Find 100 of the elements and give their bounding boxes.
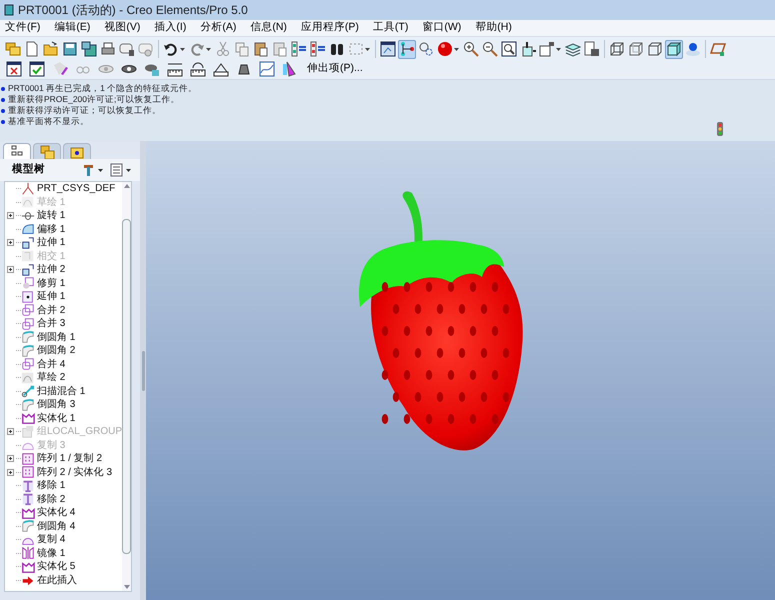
message-text: PRT0001 再生已完成，1 个隐含的特征或元件。: [8, 83, 198, 94]
menu-item[interactable]: 应用程序(P): [296, 20, 364, 36]
menu-button[interactable]: 伸出项(P)...: [307, 61, 363, 77]
layers-icon[interactable]: [565, 41, 581, 57]
tree-item[interactable]: 偏移 1: [37, 222, 66, 236]
tree-item[interactable]: 实体化 5: [37, 560, 76, 574]
printer-icon[interactable]: [100, 41, 116, 57]
window-title: PRT0001 (活动的) - Creo Elements/Pro 5.0: [18, 2, 248, 19]
hidden-line-icon[interactable]: [628, 41, 644, 57]
tree-item[interactable]: 在此插入: [37, 574, 77, 587]
window-icon[interactable]: [380, 41, 396, 57]
remove-icon: [21, 478, 35, 493]
save-icon[interactable]: [62, 41, 78, 57]
tree-item[interactable]: 合并 3: [37, 317, 66, 330]
close-window-icon[interactable]: [6, 61, 22, 77]
tree-item[interactable]: PRT_CSYS_DEF: [37, 182, 116, 196]
scrollbar[interactable]: [122, 182, 131, 591]
message-text: 重新获得PROE_200许可证;可以恢复工作。: [8, 94, 180, 105]
menu-item[interactable]: 视图(V): [99, 20, 146, 36]
bullet-icon: [1, 120, 5, 124]
wireframe-icon[interactable]: [609, 41, 625, 57]
merge-icon: [21, 357, 35, 372]
scroll-up-icon[interactable]: [124, 184, 130, 188]
shaded-icon[interactable]: [666, 41, 682, 57]
menu-item[interactable]: 工具(T): [368, 20, 414, 36]
tree-item[interactable]: 倒圆角 1: [37, 330, 76, 344]
message-text: 重新获得浮动许可证；可以恢复工作。: [8, 105, 161, 116]
panel-tab[interactable]: [3, 143, 31, 159]
bullet-icon: [1, 98, 5, 102]
tree-item[interactable]: 倒圆角 2: [37, 344, 76, 358]
expand-icon[interactable]: [7, 455, 14, 462]
list-dropdown-icon[interactable]: [110, 163, 132, 177]
tree-item[interactable]: 倒圆角 3: [37, 398, 76, 412]
tree-item[interactable]: 拉伸 2: [37, 263, 66, 276]
traffic-light-icon: [716, 122, 724, 136]
curve-graph-icon[interactable]: [259, 61, 275, 77]
no-hidden-icon[interactable]: [647, 41, 663, 57]
tree-item[interactable]: 实体化 1: [37, 412, 76, 425]
mirror-icon: [21, 546, 35, 560]
tree-item[interactable]: 扫描混合 1: [37, 384, 86, 398]
zoom-fit-icon[interactable]: [501, 41, 517, 57]
menu-item[interactable]: 帮助(H): [470, 20, 517, 36]
sketch-icon: [21, 195, 35, 210]
light-icon[interactable]: [685, 41, 701, 57]
tree-item[interactable]: 草绘 2: [37, 371, 66, 384]
folders-icon: [39, 144, 55, 160]
tree-item[interactable]: 复制 4: [37, 533, 66, 546]
round-icon: [21, 330, 35, 344]
binoculars-icon[interactable]: [329, 41, 345, 57]
tree-item[interactable]: 阵列 1 / 复制 2: [37, 452, 102, 466]
merge-icon: [21, 303, 35, 318]
pencil-icon[interactable]: [52, 61, 68, 77]
extrude-icon: [21, 236, 35, 250]
paste-icon[interactable]: [253, 41, 269, 57]
expand-icon[interactable]: [7, 239, 14, 246]
scroll-down-icon[interactable]: [124, 585, 130, 589]
remove-icon: [21, 492, 35, 506]
menu-item[interactable]: 窗口(W): [417, 20, 466, 36]
save-copy-icon[interactable]: [81, 41, 97, 57]
menu-item[interactable]: 文件(F): [0, 20, 46, 36]
tree-item[interactable]: 合并 4: [37, 358, 66, 371]
zoom-in-icon[interactable]: [463, 41, 479, 57]
tree-item[interactable]: 倒圆角 4: [37, 520, 76, 533]
message-text: 基准平面将不显示。: [8, 116, 89, 127]
tree-item[interactable]: 拉伸 1: [37, 236, 66, 250]
clipboard-icon[interactable]: [272, 41, 288, 57]
extrude-icon: [21, 262, 35, 277]
tree-item[interactable]: 镜像 1: [37, 546, 66, 560]
check-window-icon[interactable]: [29, 61, 45, 77]
panel-tab[interactable]: [63, 143, 91, 159]
tree-item[interactable]: 合并 2: [37, 304, 66, 317]
offset-icon: [21, 222, 35, 236]
expand-icon[interactable]: [7, 212, 14, 220]
pattern-icon: [21, 452, 35, 466]
expand-icon[interactable]: [7, 266, 14, 274]
tree-item[interactable]: 移除 1: [37, 479, 66, 492]
bullet-icon: [1, 108, 5, 112]
undo-icon[interactable]: [163, 41, 179, 57]
tree-item[interactable]: 旋转 1: [37, 209, 66, 222]
tools-dropdown-icon[interactable]: [82, 163, 104, 177]
sphere-icon[interactable]: [437, 41, 453, 57]
open-folder-icon[interactable]: [43, 41, 59, 57]
solidify-icon: [21, 506, 35, 520]
plane-icon[interactable]: [710, 41, 726, 57]
menu-item[interactable]: 编辑(E): [49, 20, 96, 36]
tree-item[interactable]: 延伸 1: [37, 290, 66, 304]
expand-icon[interactable]: [7, 468, 14, 476]
datum-display-icon[interactable]: [399, 41, 415, 57]
scroll-thumb[interactable]: [122, 219, 131, 554]
menu-item[interactable]: 分析(A): [195, 20, 242, 36]
menu-item[interactable]: 插入(I): [149, 20, 192, 36]
solidify-icon: [21, 560, 35, 574]
solidify-icon: [21, 411, 35, 426]
zoom-out-icon[interactable]: [482, 41, 498, 57]
tree-item[interactable]: 修剪 1: [37, 276, 66, 290]
new-file-icon[interactable]: [24, 41, 40, 57]
tree-item[interactable]: 阵列 2 / 实体化 3: [37, 466, 112, 479]
tree-item[interactable]: 实体化 4: [37, 506, 76, 520]
tree-item[interactable]: 移除 2: [37, 492, 66, 506]
menu-item[interactable]: 信息(N): [245, 20, 292, 36]
